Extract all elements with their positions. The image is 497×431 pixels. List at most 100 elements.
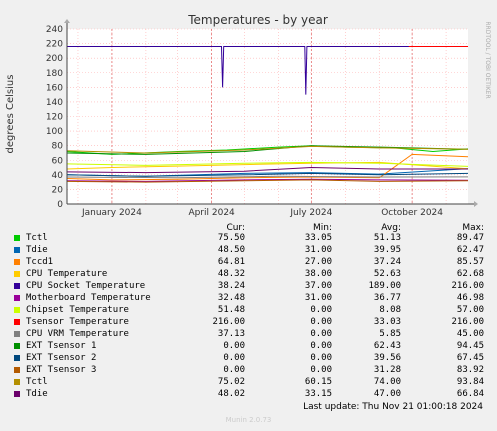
legend-max: 66.84 bbox=[456, 389, 484, 399]
legend-cur: 0.00 bbox=[223, 353, 245, 363]
legend-cur: 51.48 bbox=[217, 305, 245, 315]
legend-min: 0.00 bbox=[310, 317, 332, 327]
legend-swatch bbox=[14, 343, 20, 349]
legend-swatch bbox=[14, 355, 20, 361]
legend-avg: 62.43 bbox=[373, 341, 401, 351]
legend-max: 83.92 bbox=[456, 365, 484, 375]
legend-cur: 48.02 bbox=[217, 389, 245, 399]
legend-row: Tsensor Temperature 216.00 0.00 33.03 216.00 bbox=[0, 316, 497, 328]
legend-swatch bbox=[14, 235, 20, 241]
legend-label: Chipset Temperature bbox=[26, 305, 129, 315]
x-tick-label: April 2024 bbox=[188, 208, 235, 218]
legend-row: EXT Tsensor 1 0.00 0.00 62.43 94.45 bbox=[0, 340, 497, 352]
legend-cur: 75.02 bbox=[217, 377, 245, 387]
legend-min: 0.00 bbox=[310, 329, 332, 339]
legend-cur: 48.32 bbox=[217, 269, 245, 279]
legend-avg: 52.63 bbox=[373, 269, 401, 279]
legend-swatch bbox=[14, 271, 20, 277]
x-tick-label: October 2024 bbox=[381, 208, 443, 218]
legend-swatch bbox=[14, 283, 20, 289]
legend-cur: 37.13 bbox=[217, 329, 245, 339]
legend-cur: 48.50 bbox=[217, 245, 245, 255]
legend-max: 57.00 bbox=[456, 305, 484, 315]
legend-avg: 37.24 bbox=[373, 257, 401, 267]
legend-max: 216.00 bbox=[451, 317, 484, 327]
legend-avg: 31.28 bbox=[373, 365, 401, 375]
legend-min: 38.00 bbox=[304, 269, 332, 279]
legend-label: Tctl bbox=[26, 233, 48, 243]
legend-label: EXT Tsensor 3 bbox=[26, 365, 97, 375]
y-tick-label: 140 bbox=[46, 98, 63, 108]
legend-swatch bbox=[14, 391, 20, 397]
legend-cur: 64.81 bbox=[217, 257, 245, 267]
legend-label: CPU VRM Temperature bbox=[26, 329, 129, 339]
legend-swatch bbox=[14, 307, 20, 313]
legend-cur: 32.48 bbox=[217, 293, 245, 303]
legend-min: 31.00 bbox=[304, 245, 332, 255]
legend-row: Tdie 48.50 31.00 39.95 62.47 bbox=[0, 244, 497, 256]
legend-row: CPU Socket Temperature 38.24 37.00 189.00 21… bbox=[0, 280, 497, 292]
legend-row: CPU Temperature 48.32 38.00 52.63 62.68 bbox=[0, 268, 497, 280]
y-tick-label: 200 bbox=[46, 54, 63, 64]
legend-label: Tctl bbox=[26, 377, 48, 387]
legend-label: Tccd1 bbox=[26, 257, 54, 267]
legend-min: 0.00 bbox=[310, 353, 332, 363]
legend-avg: 33.03 bbox=[373, 317, 401, 327]
legend-max: 67.45 bbox=[456, 353, 484, 363]
legend-avg: 5.85 bbox=[379, 329, 401, 339]
legend-max: 85.57 bbox=[456, 257, 484, 267]
legend-min: 33.15 bbox=[304, 389, 332, 399]
munin-version: Munin 2.0.73 bbox=[225, 416, 272, 424]
legend-swatch bbox=[14, 295, 20, 301]
legend-cur: 75.50 bbox=[217, 233, 245, 243]
legend-avg: 39.56 bbox=[373, 353, 401, 363]
legend-swatch bbox=[14, 331, 20, 337]
y-axis-label: degrees Celsius bbox=[5, 75, 16, 154]
legend-max: 45.00 bbox=[456, 329, 484, 339]
legend-min: 31.00 bbox=[304, 293, 332, 303]
legend-cur: 0.00 bbox=[223, 365, 245, 375]
y-tick-label: 80 bbox=[52, 142, 64, 152]
legend-label: EXT Tsensor 1 bbox=[26, 341, 97, 351]
legend-min: 0.00 bbox=[310, 305, 332, 315]
y-tick-label: 60 bbox=[52, 156, 64, 166]
y-tick-label: 40 bbox=[52, 171, 64, 181]
legend-swatch bbox=[14, 247, 20, 253]
legend-min: 33.05 bbox=[304, 233, 332, 243]
legend-avg: 8.08 bbox=[379, 305, 401, 315]
munin-graph: Temperatures - by year degrees Celsius R… bbox=[0, 0, 497, 431]
y-axis-arrow bbox=[64, 19, 70, 23]
legend-row: Tctl 75.02 60.15 74.00 93.84 bbox=[0, 376, 497, 388]
legend-label: Tdie bbox=[26, 389, 48, 399]
legend-label: CPU Socket Temperature bbox=[26, 281, 146, 291]
x-axis-arrow bbox=[474, 201, 478, 207]
legend-row: EXT Tsensor 2 0.00 0.00 39.56 67.45 bbox=[0, 352, 497, 364]
chart-title: Temperatures - by year bbox=[187, 13, 328, 27]
legend-label: EXT Tsensor 2 bbox=[26, 353, 97, 363]
legend-label: Tdie bbox=[26, 245, 48, 255]
legend-max: 62.47 bbox=[456, 245, 484, 255]
legend-min: 0.00 bbox=[310, 341, 332, 351]
legend-min: 27.00 bbox=[304, 257, 332, 267]
y-tick-label: 100 bbox=[46, 127, 63, 137]
legend-avg: 47.00 bbox=[373, 389, 401, 399]
legend-swatch bbox=[14, 367, 20, 373]
legend-swatch bbox=[14, 319, 20, 325]
x-tick-label: July 2024 bbox=[289, 208, 332, 218]
legend-swatch bbox=[14, 379, 20, 385]
y-tick-label: 120 bbox=[46, 113, 63, 123]
legend-row: Chipset Temperature 51.48 0.00 8.08 57.00 bbox=[0, 304, 497, 316]
y-tick-label: 180 bbox=[46, 69, 63, 79]
y-tick-label: 240 bbox=[46, 25, 63, 35]
legend-row: Tdie 48.02 33.15 47.00 66.84 bbox=[0, 388, 497, 400]
legend-max: 94.45 bbox=[456, 341, 484, 351]
legend-cur: 216.00 bbox=[212, 317, 245, 327]
legend-avg: 74.00 bbox=[373, 377, 401, 387]
legend-label: Tsensor Temperature bbox=[26, 317, 129, 327]
legend-min: 0.00 bbox=[310, 365, 332, 375]
legend-swatch bbox=[14, 259, 20, 265]
legend-max: 62.68 bbox=[456, 269, 484, 279]
legend-row: Motherboard Temperature 32.48 31.00 36.77 46… bbox=[0, 292, 497, 304]
legend-avg: 189.00 bbox=[368, 281, 401, 291]
legend-max: 216.00 bbox=[451, 281, 484, 291]
